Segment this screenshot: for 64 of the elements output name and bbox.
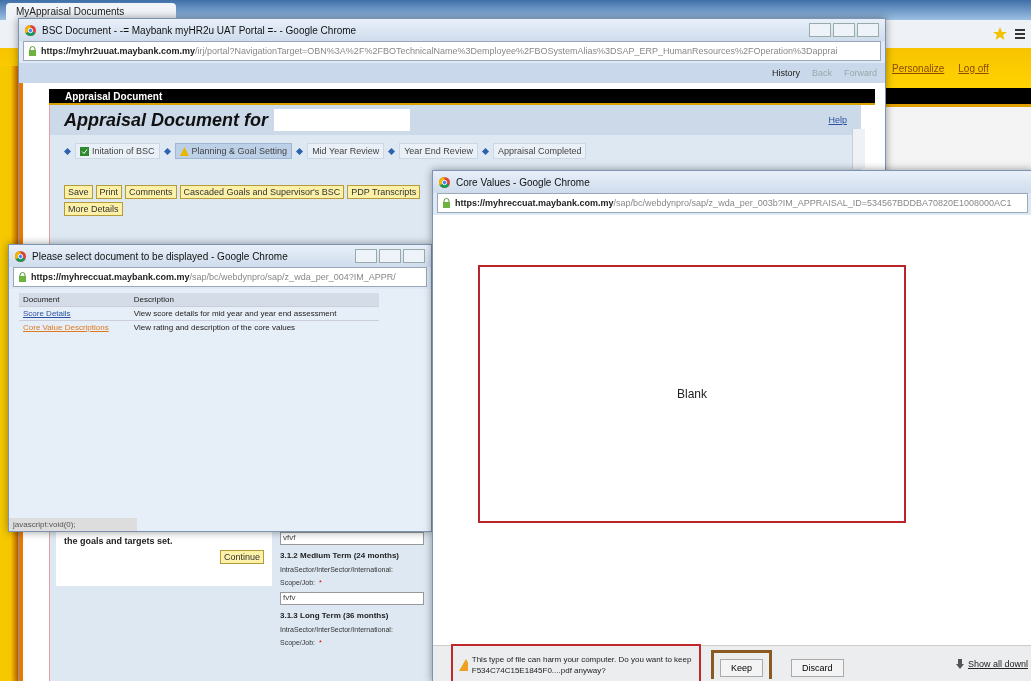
toolbar-button[interactable]: History	[771, 68, 800, 78]
chrome-icon	[25, 24, 36, 36]
warning-text: This type of file can harm your computer. Do you want to keep F534C74C15E1845F0....pdf anyway?	[471, 654, 693, 676]
diamond-icon	[64, 147, 71, 155]
checkbox-icon	[80, 146, 89, 156]
warning-icon	[179, 146, 189, 156]
maximize-button[interactable]	[833, 23, 855, 37]
menu-icon[interactable]	[1015, 29, 1025, 39]
download-button[interactable]: Keep	[720, 658, 764, 677]
step-tab[interactable]: Year End Review	[399, 143, 478, 159]
section-heading: 3.1.3 Long Term (36 months)	[280, 611, 390, 620]
minimize-button[interactable]	[809, 23, 831, 37]
action-button[interactable]: Comments	[125, 185, 177, 199]
diamond-icon	[296, 147, 304, 155]
chrome-icon	[439, 176, 450, 188]
lock-icon	[28, 46, 37, 56]
minimize-button[interactable]	[355, 249, 377, 263]
star-icon[interactable]	[993, 27, 1007, 41]
table-cell: View rating and description of the core values	[129, 320, 379, 334]
close-button[interactable]	[857, 23, 879, 37]
action-button[interactable]: Print	[95, 185, 123, 199]
step-tab[interactable]: Mid Year Review	[307, 143, 385, 159]
diamond-icon	[388, 147, 396, 155]
maximize-button[interactable]	[379, 249, 401, 263]
window-title: BSC Document - -= Maybank myHR2u UAT Portal =- - Google Chrome	[42, 24, 358, 36]
action-button[interactable]: PDP Transcripts	[347, 185, 421, 199]
column-header: Document	[19, 293, 130, 307]
input-field[interactable]: vfvf	[280, 532, 424, 545]
lock-icon	[442, 198, 451, 208]
window-title: Core Values - Google Chrome	[456, 176, 591, 188]
column-header: Description	[129, 293, 379, 307]
section-heading: 3.1.2 Medium Term (24 months)	[280, 551, 400, 560]
page-heading: Appraisal Document for	[64, 109, 269, 131]
input-field[interactable]: fvfv	[280, 592, 424, 605]
portal-link[interactable]: Log off	[958, 62, 989, 74]
action-button[interactable]: More Details	[64, 202, 123, 216]
address-bar[interactable]: https://myhreccuat.maybank.com.my/sap/bc/webdynpro/sap/z_wda_per_003b?IM_APPRAISAL_ID=534567BDDBA70820E1008000AC1	[437, 193, 1028, 213]
table-cell: View score details for mid year and year end assessment	[129, 306, 379, 321]
show-all-link[interactable]: Show all downl	[955, 659, 1028, 669]
diamond-icon	[163, 147, 171, 155]
lock-icon	[18, 272, 27, 282]
step-tab[interactable]: Planning & Goal Setting	[174, 143, 293, 159]
close-button[interactable]	[403, 249, 425, 263]
diamond-icon	[481, 147, 489, 155]
scrollbar[interactable]	[852, 129, 865, 169]
document-link[interactable]: Score Details	[23, 309, 71, 318]
portal-link[interactable]: Personalize	[892, 62, 945, 74]
warning-icon	[459, 659, 468, 671]
action-button[interactable]: Cascaded Goals and Supervisor's BSC	[179, 185, 345, 199]
panel-title: Appraisal Document	[49, 89, 875, 105]
address-bar[interactable]: https://myhr2uuat.maybank.com.my/irj/portal?NavigationTarget=OBN%3A%2F%2FBOTechnicalName%3Demployee%2FBOSystemAlias%3DSAP_ERP_HumanResources%2FOperation%3Dapprai	[23, 41, 881, 61]
continue-button[interactable]: Continue	[219, 550, 264, 564]
status-text: javascript:void(0);	[9, 518, 137, 531]
download-button[interactable]: Discard	[791, 658, 844, 677]
help-link[interactable]: Help	[828, 115, 847, 125]
notice-text: the goals and targets set.	[64, 536, 173, 546]
action-button[interactable]: Save	[64, 185, 93, 199]
content-text: Blank	[478, 265, 906, 523]
address-bar[interactable]: https://myhreccuat.maybank.com.my/sap/bc/webdynpro/sap/z_wda_per_004?IM_APPR/	[13, 267, 427, 287]
chrome-icon	[15, 250, 26, 262]
step-tab[interactable]: Initation of BSC	[75, 143, 160, 159]
window-title: Please select document to be displayed - Google Chrome	[32, 250, 289, 262]
download-icon	[955, 659, 964, 669]
step-tab[interactable]: Appraisal Completed	[492, 143, 587, 159]
